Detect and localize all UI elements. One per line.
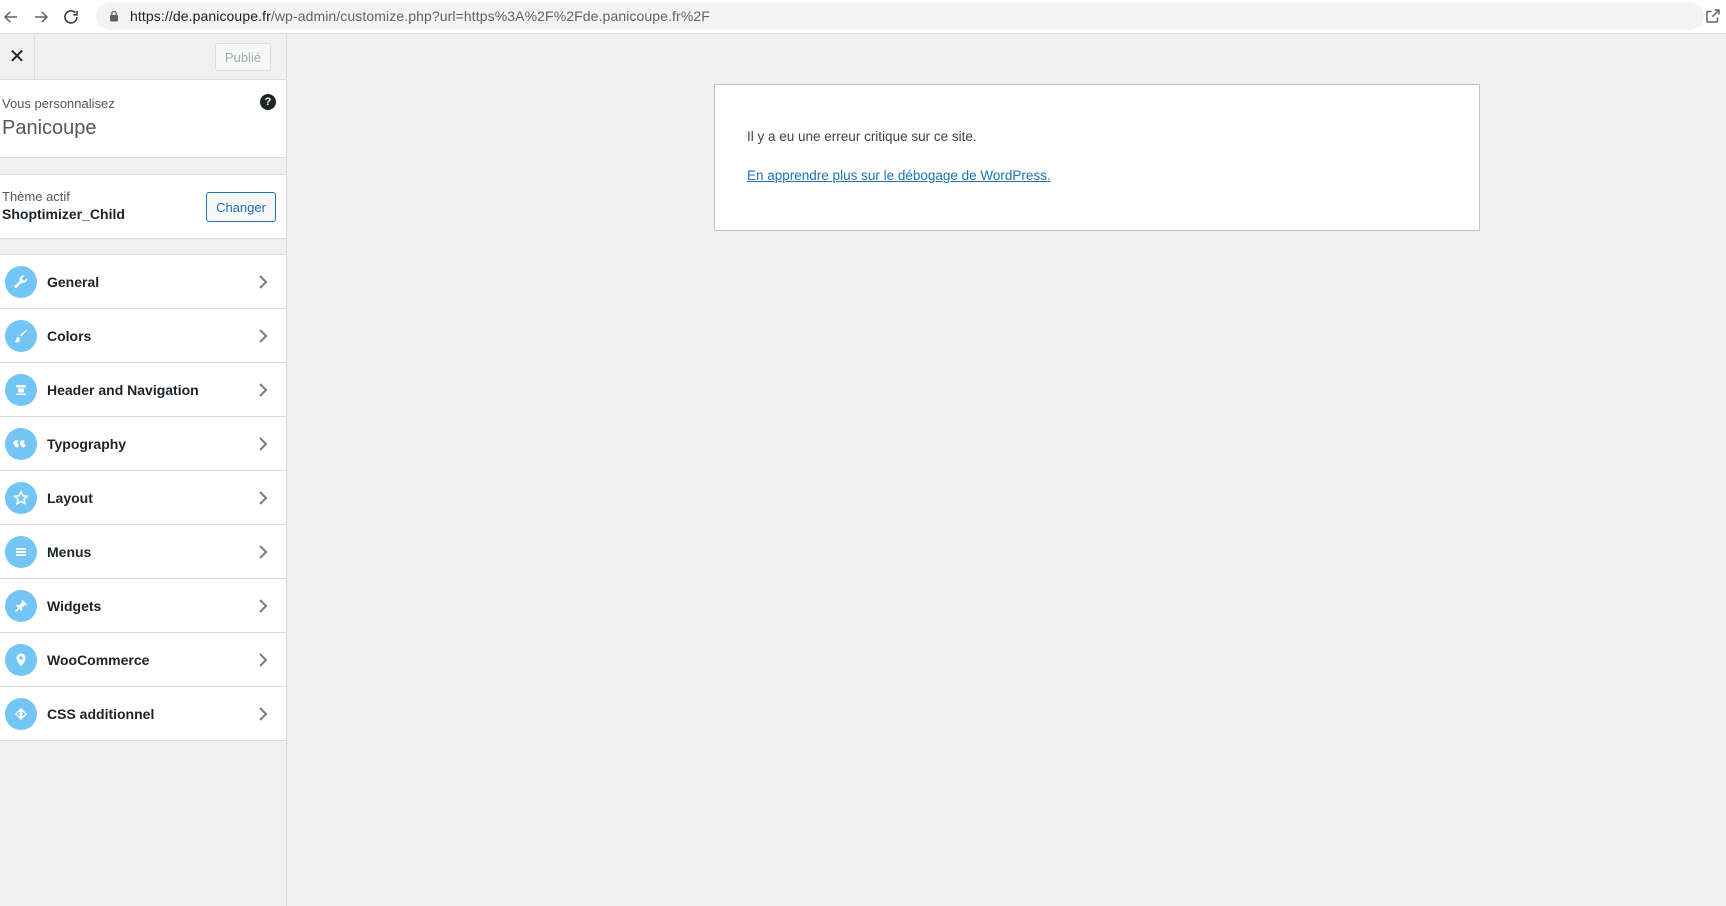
brush-icon — [5, 319, 37, 352]
customizer-sidebar: ✕ Publié Vous personnalisez Panicoupe ? … — [0, 34, 287, 906]
forward-arrow-icon[interactable] — [30, 6, 52, 28]
help-icon[interactable]: ? — [260, 94, 276, 110]
panel-colors[interactable]: Colors — [0, 309, 286, 363]
change-theme-button[interactable]: Changer — [206, 192, 276, 222]
chevron-right-icon — [259, 599, 268, 613]
panel-widgets[interactable]: Widgets — [0, 579, 286, 633]
error-message-box: Il y a eu une erreur critique sur ce sit… — [714, 84, 1480, 231]
panel-label: WooCommerce — [47, 651, 150, 668]
active-theme-section: Thème actif Shoptimizer_Child Changer — [0, 174, 286, 239]
star-icon — [5, 481, 37, 514]
site-title: Panicoupe — [2, 117, 97, 139]
panel-label: Layout — [47, 489, 93, 506]
panel-general[interactable]: General — [0, 255, 286, 309]
wrench-icon — [5, 265, 37, 298]
error-message: Il y a eu une erreur critique sur ce sit… — [747, 129, 977, 144]
panel-label: Menus — [47, 543, 92, 560]
chevron-right-icon — [259, 275, 268, 289]
close-icon[interactable]: ✕ — [0, 34, 35, 79]
quote-icon — [5, 427, 37, 460]
panel-layout[interactable]: Layout — [0, 471, 286, 525]
customizer-info: Vous personnalisez Panicoupe ? — [0, 80, 286, 158]
chevron-right-icon — [259, 653, 268, 667]
panel-menus[interactable]: Menus — [0, 525, 286, 579]
customizer-panels: General Colors Header and Navigation Typ… — [0, 254, 286, 741]
chevron-right-icon — [259, 383, 268, 397]
share-icon[interactable] — [1704, 7, 1722, 25]
panel-label: CSS additionnel — [47, 705, 155, 722]
pin-icon — [5, 589, 37, 622]
panel-label: Widgets — [47, 597, 102, 614]
customizing-label: Vous personnalisez — [2, 96, 115, 111]
panel-label: Header and Navigation — [47, 381, 199, 398]
code-icon — [5, 697, 37, 730]
customizer-header: ✕ Publié — [0, 34, 286, 80]
panel-header-navigation[interactable]: Header and Navigation — [0, 363, 286, 417]
chevron-right-icon — [259, 545, 268, 559]
menu-icon — [5, 535, 37, 568]
publish-button[interactable]: Publié — [215, 43, 271, 71]
url-host: https://de.panicoupe.fr — [130, 8, 271, 24]
site-preview: Il y a eu une erreur critique sur ce sit… — [288, 34, 1726, 906]
reload-icon[interactable] — [60, 6, 82, 28]
panel-label: Typography — [47, 435, 127, 452]
address-bar[interactable]: https://de.panicoupe.fr/wp-admin/customi… — [96, 2, 1704, 30]
location-icon — [5, 643, 37, 676]
panel-additional-css[interactable]: CSS additionnel — [0, 687, 286, 741]
panel-label: General — [47, 273, 100, 290]
panel-typography[interactable]: Typography — [0, 417, 286, 471]
panel-woocommerce[interactable]: WooCommerce — [0, 633, 286, 687]
chevron-right-icon — [259, 707, 268, 721]
debugging-link[interactable]: En apprendre plus sur le débogage de Wor… — [747, 168, 1051, 183]
chevron-right-icon — [259, 437, 268, 451]
back-arrow-icon[interactable] — [0, 6, 22, 28]
browser-toolbar: https://de.panicoupe.fr/wp-admin/customi… — [0, 0, 1726, 34]
panel-label: Colors — [47, 327, 92, 344]
url-path: /wp-admin/customize.php?url=https%3A%2F%… — [270, 8, 710, 24]
header-icon — [5, 373, 37, 406]
url-text: https://de.panicoupe.fr/wp-admin/customi… — [130, 8, 710, 24]
chevron-right-icon — [259, 329, 268, 343]
lock-icon — [110, 10, 118, 22]
chevron-right-icon — [259, 491, 268, 505]
